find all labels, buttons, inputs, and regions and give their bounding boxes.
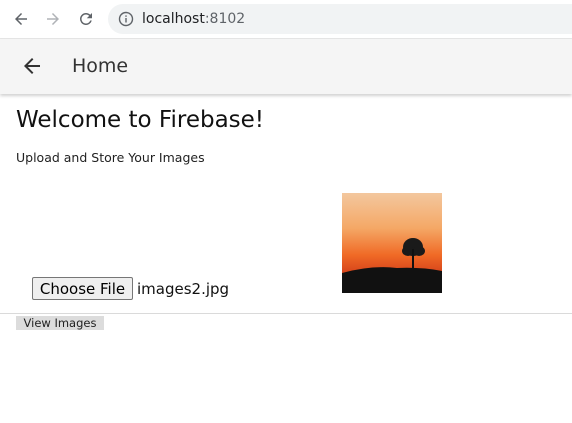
view-images-button[interactable]: View Images <box>16 316 104 330</box>
forward-arrow-icon <box>47 13 59 25</box>
back-arrow-icon[interactable] <box>20 54 44 78</box>
browser-reload-button[interactable] <box>75 8 97 30</box>
url-host: localhost <box>142 11 205 27</box>
url-port: :8102 <box>204 11 246 27</box>
info-icon[interactable] <box>118 11 134 27</box>
browser-toolbar: localhost:8102 <box>0 0 572 39</box>
back-arrow-icon <box>15 13 27 25</box>
address-url: localhost:8102 <box>142 11 245 27</box>
uploaded-image-preview <box>342 193 442 293</box>
reload-icon <box>79 12 92 25</box>
page-title: Welcome to Firebase! <box>16 107 265 133</box>
divider <box>0 313 572 314</box>
choose-file-button[interactable]: Choose File <box>32 277 133 300</box>
app-bar: Home <box>0 39 572 94</box>
page-subtitle: Upload and Store Your Images <box>16 150 205 165</box>
browser-forward-button[interactable] <box>42 8 64 30</box>
browser-back-button[interactable] <box>10 8 32 30</box>
selected-file-name: images2.jpg <box>137 280 230 298</box>
address-bar[interactable]: localhost:8102 <box>108 4 572 34</box>
app-bar-title: Home <box>72 55 129 77</box>
